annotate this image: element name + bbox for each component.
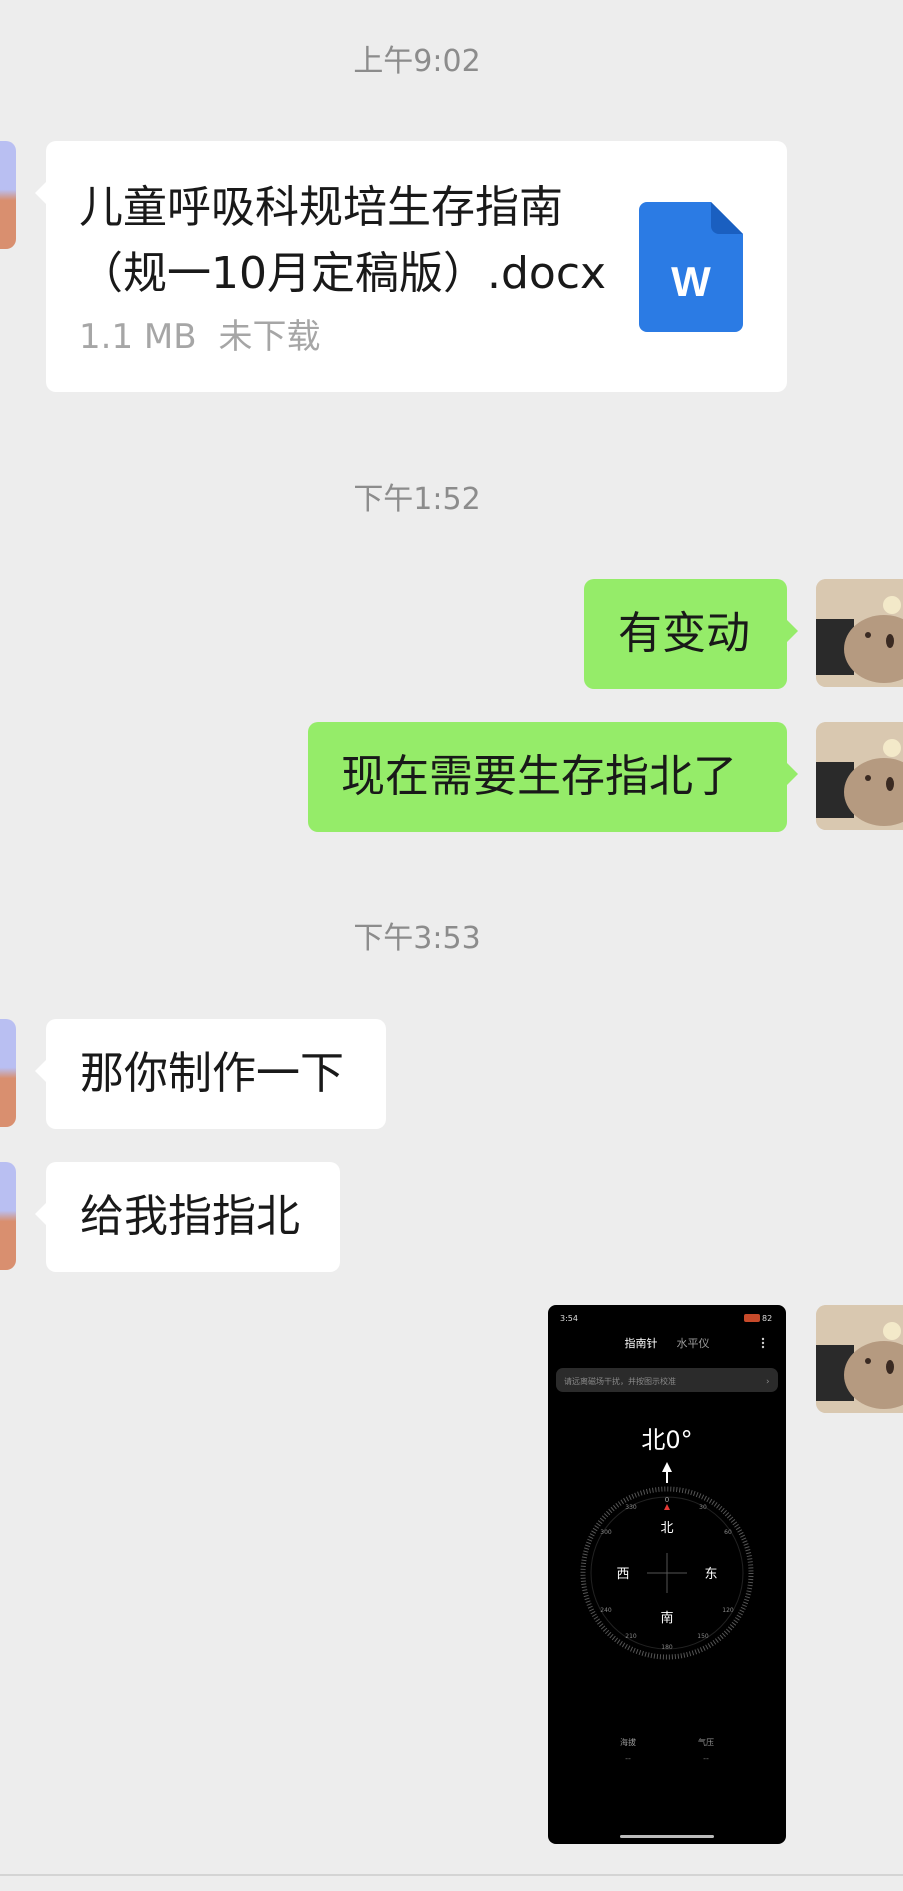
timestamp: 上午9:02 xyxy=(353,44,481,79)
outgoing-message[interactable]: 现在需要生存指北了 xyxy=(308,722,798,832)
tab-compass: 指南针 xyxy=(625,1336,658,1350)
timestamp: 下午3:53 xyxy=(353,921,481,956)
altitude-value: -- xyxy=(625,1754,631,1763)
north-pointer-icon xyxy=(662,1462,672,1472)
svg-text:0: 0 xyxy=(665,1496,669,1504)
word-document-icon: W xyxy=(639,202,743,332)
incoming-message[interactable]: 给我指指北 xyxy=(35,1162,340,1272)
contact-avatar[interactable] xyxy=(0,1162,16,1270)
file-meta: 1.1 MB 未下载 xyxy=(79,316,343,359)
battery-icon xyxy=(744,1314,760,1322)
my-avatar[interactable] xyxy=(816,579,903,687)
image-message-compass-screenshot[interactable]: 3:54 82 指南针 水平仪 请远离磁场干扰，并按图示校准 › 北0° 0 北… xyxy=(548,1305,786,1844)
svg-text:330: 330 xyxy=(625,1504,637,1511)
timestamp: 下午1:52 xyxy=(353,482,481,517)
svg-text:W: W xyxy=(671,258,711,305)
direction-west: 西 xyxy=(616,1567,629,1582)
battery-level: 82 xyxy=(762,1314,772,1323)
compass-dial: 0 北 南 东 西 30 60 120 150 180 210 240 300 … xyxy=(580,1486,754,1660)
bottom-divider xyxy=(0,1874,903,1876)
file-download-status: 未下载 xyxy=(218,317,321,357)
file-message[interactable]: 儿童呼吸科规培生存指南 （规一10月定稿版）.docx 1.1 MB 未下载 W xyxy=(35,141,787,392)
svg-text:150: 150 xyxy=(697,1633,709,1640)
contact-avatar[interactable] xyxy=(0,1019,16,1127)
tab-level: 水平仪 xyxy=(677,1337,710,1350)
svg-text:210: 210 xyxy=(625,1633,637,1640)
status-time: 3:54 xyxy=(560,1314,578,1323)
svg-text:60: 60 xyxy=(724,1529,732,1536)
outgoing-message[interactable]: 有变动 xyxy=(584,579,798,689)
altitude-label: 海拔 xyxy=(620,1737,636,1747)
my-avatar[interactable] xyxy=(816,722,903,830)
direction-north: 北 xyxy=(660,1521,673,1536)
north-marker-icon xyxy=(664,1504,670,1510)
direction-south: 南 xyxy=(660,1610,673,1626)
home-indicator xyxy=(620,1835,714,1838)
my-avatar[interactable] xyxy=(816,1305,903,1413)
svg-text:180: 180 xyxy=(661,1644,673,1651)
direction-east: 东 xyxy=(704,1567,717,1582)
svg-text:›: › xyxy=(766,1377,770,1387)
svg-text:30: 30 xyxy=(699,1504,707,1511)
file-name: 儿童呼吸科规培生存指南 （规一10月定稿版）.docx xyxy=(79,182,607,299)
capybara-avatar-icon xyxy=(816,579,903,687)
pressure-value: -- xyxy=(703,1754,709,1763)
svg-text:120: 120 xyxy=(722,1607,734,1614)
capybara-avatar-icon xyxy=(816,722,903,830)
capybara-avatar-icon xyxy=(816,1305,903,1413)
pressure-label: 气压 xyxy=(698,1737,714,1747)
svg-text:300: 300 xyxy=(600,1529,612,1536)
svg-text:请远离磁场干扰，并按图示校准: 请远离磁场干扰，并按图示校准 xyxy=(564,1376,676,1386)
incoming-message[interactable]: 那你制作一下 xyxy=(35,1019,386,1129)
file-size: 1.1 MB xyxy=(79,317,197,357)
more-icon xyxy=(761,1337,765,1349)
compass-heading: 北0° xyxy=(641,1426,692,1454)
contact-avatar[interactable] xyxy=(0,141,16,249)
svg-text:240: 240 xyxy=(600,1607,612,1614)
